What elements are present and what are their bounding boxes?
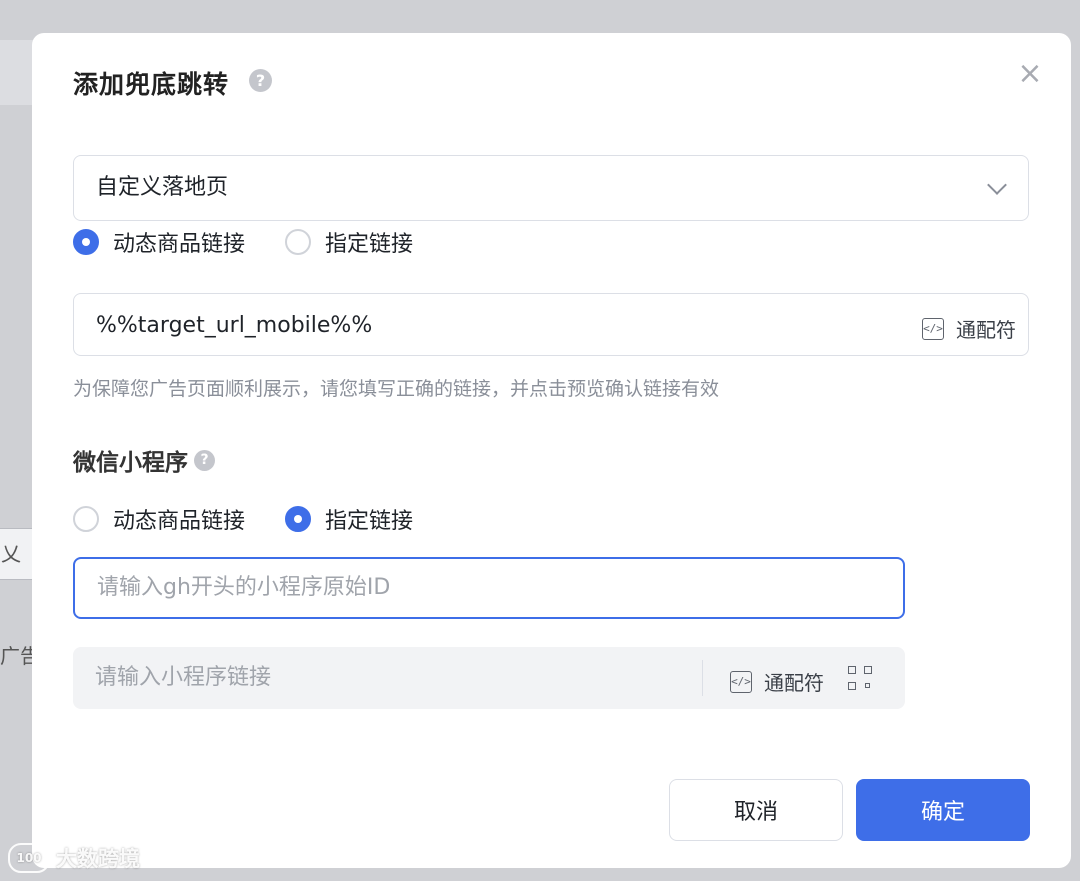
radio-specified-link[interactable]: 指定链接 [285,226,413,258]
help-icon[interactable]: ? [249,69,272,92]
link-placeholder: 请输入小程序链接 [95,665,272,690]
landing-page-select-value: 自定义落地页 [96,175,229,200]
h5-link-type-radio-group: 动态商品链接 指定链接 [73,226,453,258]
mini-program-link-input[interactable]: 请输入小程序链接 </> 通配符 [73,647,905,709]
mini-program-link-type-radio-group: 动态商品链接 指定链接 [73,503,453,535]
watermark: 100 大数跨境 [8,843,140,873]
chevron-down-icon [987,175,1007,195]
radio-unchecked-icon [73,506,99,532]
landing-url-input[interactable]: %%target_url_mobile%% </> 通配符 [73,293,1029,356]
wildcard-button[interactable]: </> 通配符 [922,314,1016,343]
watermark-text: 大数跨境 [56,847,140,871]
radio-label: 指定链接 [325,509,414,534]
help-icon[interactable]: ? [194,449,215,471]
wildcard-label: 通配符 [956,318,1016,342]
landing-page-select[interactable]: 自定义落地页 [73,155,1029,221]
radio-specified-link[interactable]: 指定链接 [285,503,413,535]
section-title-text: 微信小程序 [73,450,188,476]
radio-label: 动态商品链接 [113,232,246,257]
url-hint-text: 为保障您广告页面顺利展示，请您填写正确的链接，并点击预览确认链接有效 [73,378,720,400]
mini-program-section-title: 微信小程序 ? [73,443,215,477]
radio-unchecked-icon [285,229,312,255]
radio-dynamic-product-link[interactable]: 动态商品链接 [73,226,245,258]
close-icon[interactable]: × [1015,59,1045,89]
radio-label: 动态商品链接 [113,509,246,534]
radio-label: 指定链接 [325,232,414,257]
divider [702,660,703,696]
code-icon: </> [922,317,944,340]
code-icon: </> [730,670,752,693]
wildcard-button[interactable]: </> 通配符 [730,667,824,696]
appid-placeholder: 请输入gh开头的小程序原始ID [97,575,391,600]
cancel-button[interactable]: 取消 [669,779,843,841]
radio-dynamic-product-link[interactable]: 动态商品链接 [73,503,245,535]
mini-program-appid-input[interactable]: 请输入gh开头的小程序原始ID [73,557,905,619]
add-fallback-redirect-dialog: 添加兜底跳转 ? × 自定义落地页 动态商品链接 指定链接 %%target_u… [32,33,1071,868]
watermark-logo: 100 [8,843,50,873]
dialog-title: 添加兜底跳转 [73,70,230,99]
wildcard-label: 通配符 [764,671,824,695]
confirm-button[interactable]: 确定 [856,779,1030,841]
qr-code-icon[interactable] [848,666,872,690]
radio-checked-icon [285,506,312,532]
radio-checked-icon [73,229,99,255]
landing-url-value: %%target_url_mobile%% [96,313,373,338]
